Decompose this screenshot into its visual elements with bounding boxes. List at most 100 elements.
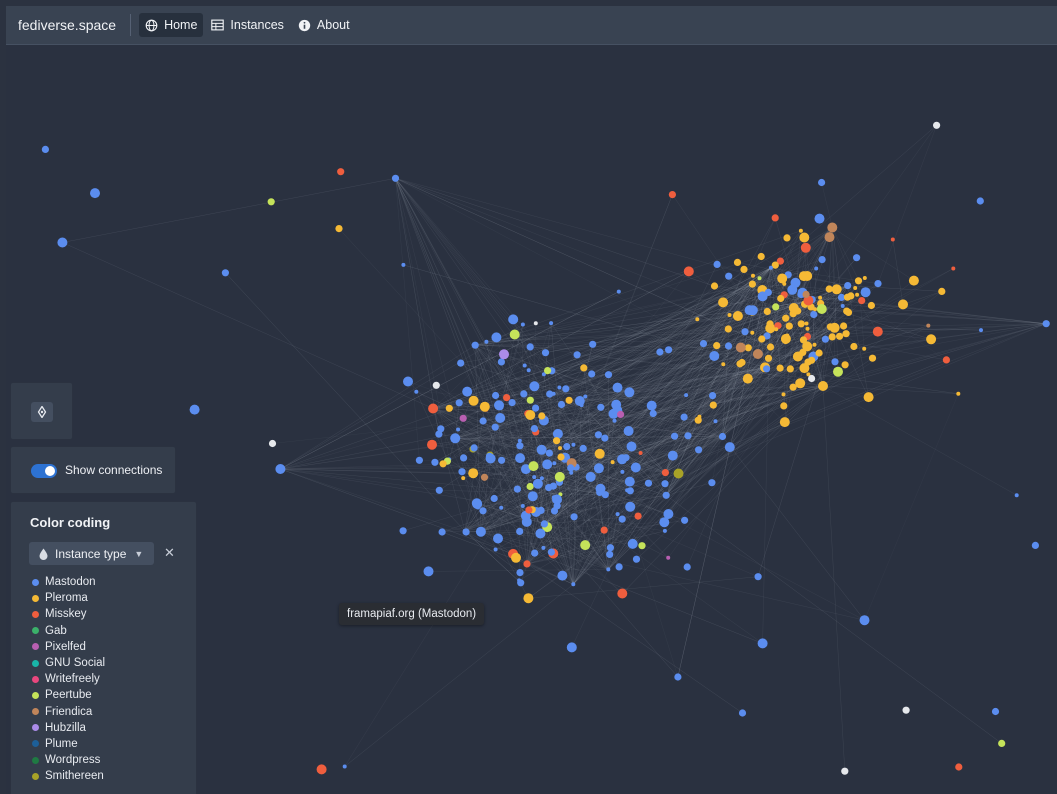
instance-node-friendica[interactable] [926, 323, 931, 328]
instance-node-pleroma[interactable] [831, 284, 842, 295]
instance-node-mastodon[interactable] [713, 260, 721, 268]
instance-node-mastodon[interactable] [557, 385, 562, 390]
instance-node-pleroma[interactable] [594, 448, 605, 459]
instance-node-misskey[interactable] [634, 512, 642, 520]
instance-node-peertube[interactable] [528, 461, 539, 472]
instance-node-mastodon[interactable] [563, 443, 571, 451]
instance-node-mastodon[interactable] [516, 442, 524, 450]
instance-node-mastodon[interactable] [860, 287, 871, 298]
instance-node-pleroma[interactable] [780, 402, 788, 410]
instance-node-mastodon[interactable] [526, 343, 534, 351]
instance-node-friendica[interactable] [824, 232, 835, 243]
nav-about-button[interactable]: About [292, 13, 356, 37]
brand-title[interactable]: fediverse.space [6, 14, 132, 36]
instance-node-mastodon[interactable] [624, 387, 635, 398]
instance-node-mastodon[interactable] [661, 480, 669, 488]
instance-node-friendica[interactable] [752, 349, 763, 359]
instance-node-mastodon[interactable] [498, 456, 506, 464]
color-coding-select[interactable]: Instance type ▼ [29, 542, 154, 565]
instance-node-mastodon[interactable] [550, 507, 559, 515]
instance-node-pleroma[interactable] [525, 410, 536, 420]
instance-node-pleroma[interactable] [926, 334, 937, 345]
instance-node-mastodon[interactable] [588, 370, 596, 378]
instance-node-mastodon[interactable] [810, 310, 818, 319]
instance-node-mastodon[interactable] [662, 491, 670, 499]
instance-node-mastodon[interactable] [674, 673, 682, 681]
instance-node-mastodon[interactable] [611, 399, 622, 410]
instance-node-mastodon[interactable] [818, 178, 826, 187]
instance-node-mastodon[interactable] [979, 328, 983, 333]
instance-node-mastodon[interactable] [612, 418, 617, 423]
instance-node-mastodon[interactable] [757, 291, 768, 302]
instance-node-mastodon[interactable] [562, 385, 570, 393]
instance-node-mastodon[interactable] [458, 468, 466, 476]
instance-node-pleroma[interactable] [776, 364, 784, 372]
instance-node-friendica[interactable] [480, 473, 489, 481]
instance-node-pleroma[interactable] [853, 286, 858, 290]
instance-node-mastodon[interactable] [530, 425, 539, 433]
instance-node-mastodon[interactable] [403, 376, 413, 387]
instance-node-mastodon[interactable] [585, 471, 596, 482]
instance-node-pleroma[interactable] [956, 391, 961, 396]
instance-node-pleroma[interactable] [774, 327, 779, 332]
instance-node-pleroma[interactable] [610, 460, 615, 465]
instance-node-mastodon[interactable] [859, 615, 870, 626]
instance-node-mastodon[interactable] [532, 478, 543, 489]
instance-node-pleroma[interactable] [718, 297, 729, 308]
instance-node-pleroma[interactable] [813, 307, 817, 312]
instance-node-pleroma[interactable] [797, 320, 805, 328]
instance-node-misskey[interactable] [316, 764, 327, 775]
instance-node-mastodon[interactable] [552, 461, 557, 466]
instance-node-pleroma[interactable] [766, 343, 775, 351]
instance-node-mastodon[interactable] [659, 517, 670, 528]
instance-node-mastodon[interactable] [497, 358, 505, 366]
instance-node-pleroma[interactable] [468, 395, 479, 406]
instance-node-mastodon[interactable] [840, 304, 845, 308]
instance-node-mastodon[interactable] [713, 419, 718, 424]
instance-node-pleroma[interactable] [766, 320, 774, 328]
instance-node-mastodon[interactable] [601, 491, 609, 499]
instance-node-mastodon[interactable] [874, 280, 882, 288]
instance-node-mastodon[interactable] [520, 322, 525, 327]
instance-node-mastodon[interactable] [539, 476, 544, 481]
instance-node-mastodon[interactable] [493, 547, 498, 552]
instance-node-mastodon[interactable] [662, 528, 667, 533]
instance-node-mastodon[interactable] [821, 335, 830, 343]
instance-node-pleroma[interactable] [789, 383, 797, 391]
instance-node-pleroma[interactable] [818, 295, 823, 300]
instance-node-unknown[interactable] [432, 381, 440, 389]
instance-node-mastodon[interactable] [41, 145, 50, 153]
instance-node-mastodon[interactable] [646, 400, 657, 411]
instance-node-mastodon[interactable] [526, 368, 531, 373]
instance-node-mastodon[interactable] [625, 501, 636, 512]
instance-node-mastodon[interactable] [520, 504, 525, 508]
instance-node-misskey[interactable] [872, 326, 883, 337]
instance-node-peertube[interactable] [526, 396, 534, 404]
instance-node-mastodon[interactable] [814, 213, 825, 224]
instance-node-mastodon[interactable] [435, 486, 443, 494]
instance-node-misskey[interactable] [955, 763, 963, 771]
instance-node-pleroma[interactable] [812, 342, 817, 347]
instance-node-pleroma[interactable] [335, 225, 343, 233]
instance-node-mastodon[interactable] [684, 393, 689, 398]
instance-node-mastodon[interactable] [490, 494, 498, 503]
instance-node-pleroma[interactable] [795, 378, 806, 389]
instance-node-pleroma[interactable] [751, 273, 755, 278]
instance-node-mastodon[interactable] [606, 567, 611, 572]
instance-node-mastodon[interactable] [615, 512, 620, 517]
instance-node-mastodon[interactable] [491, 423, 499, 431]
instance-node-pleroma[interactable] [468, 468, 479, 479]
instance-node-mastodon[interactable] [545, 449, 554, 457]
instance-node-mastodon[interactable] [495, 413, 506, 423]
instance-node-pleroma[interactable] [565, 396, 573, 404]
instance-node-misskey[interactable] [525, 506, 533, 514]
instance-node-mastodon[interactable] [991, 707, 1000, 716]
instance-node-pleroma[interactable] [777, 294, 785, 303]
instance-node-misskey[interactable] [638, 451, 643, 455]
instance-node-mastodon[interactable] [401, 262, 406, 267]
instance-node-mastodon[interactable] [628, 429, 633, 434]
instance-node-mastodon[interactable] [757, 638, 768, 649]
instance-node-mastodon[interactable] [547, 548, 556, 556]
instance-node-mastodon[interactable] [681, 516, 689, 524]
instance-node-pleroma[interactable] [847, 292, 855, 300]
